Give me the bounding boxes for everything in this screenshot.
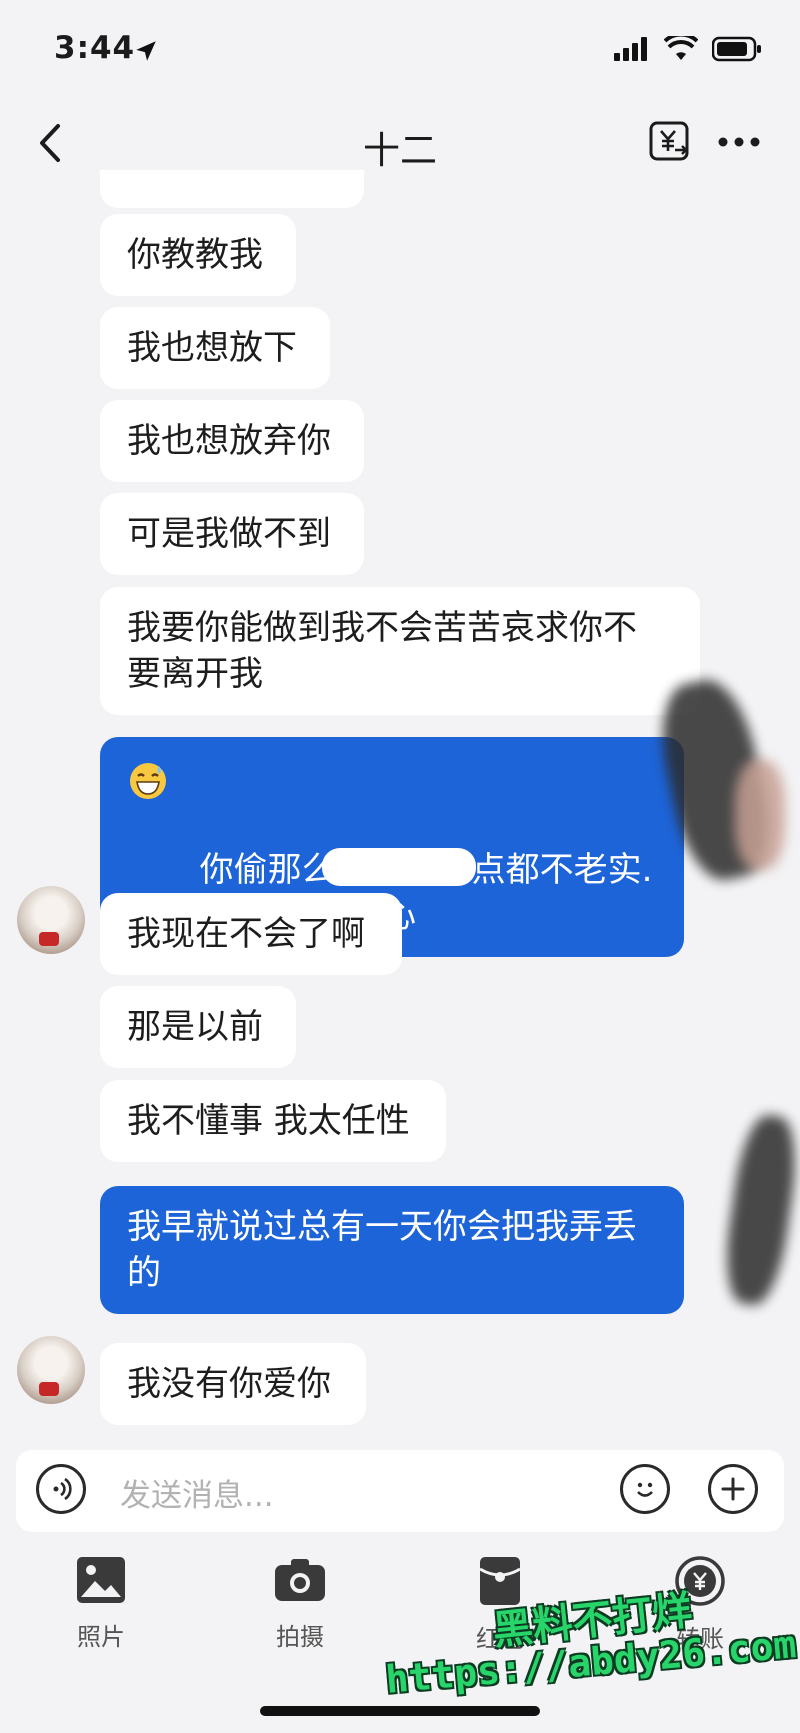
- more-button[interactable]: [714, 120, 764, 164]
- transfer-button[interactable]: [648, 120, 692, 164]
- message-bubble-incoming[interactable]: 我也想放弃你: [100, 400, 364, 482]
- message-input-bar: 发送消息...: [16, 1450, 784, 1532]
- redaction-scribble: [719, 1111, 800, 1309]
- camera-icon: [275, 1559, 325, 1601]
- battery-icon: [712, 36, 761, 62]
- photo-label: 照片: [77, 1623, 125, 1651]
- message-bubble-partial: [322, 848, 476, 886]
- message-bubble-incoming[interactable]: 我要你能做到我不会苦苦哀求你不 要离开我: [100, 587, 700, 715]
- message-bubble-outgoing[interactable]: 我早就说过总有一天你会把我弄丢 的: [100, 1186, 684, 1314]
- yen-transfer-icon: [649, 121, 689, 161]
- message-bubble-incoming[interactable]: 我也想放下: [100, 307, 330, 389]
- contact-avatar[interactable]: [17, 886, 85, 954]
- location-arrow-icon: [136, 41, 156, 61]
- plus-icon: [721, 1477, 745, 1501]
- voice-button[interactable]: [36, 1464, 86, 1514]
- add-button[interactable]: [708, 1464, 758, 1514]
- redaction-scribble: [735, 760, 785, 870]
- message-bubble-incoming[interactable]: 你教教我: [100, 214, 296, 296]
- contact-avatar[interactable]: [17, 1336, 85, 1404]
- voice-wave-icon: [53, 1477, 72, 1501]
- status-time: 3:44: [54, 30, 136, 66]
- camera-label: 拍摄: [276, 1623, 324, 1651]
- emoji-button[interactable]: [620, 1464, 670, 1514]
- message-bubble-incoming[interactable]: 我不懂事 我太任性: [100, 1080, 446, 1162]
- photo-icon: [77, 1557, 125, 1603]
- message-bubble-incoming[interactable]: 那是以前: [100, 986, 296, 1068]
- photo-button[interactable]: 照片: [41, 1555, 161, 1652]
- smiley-icon: [637, 1482, 653, 1497]
- more-dots-icon: [718, 137, 760, 147]
- home-indicator: [260, 1706, 540, 1716]
- message-input[interactable]: 发送消息...: [120, 1470, 274, 1515]
- cellular-signal-icon: [614, 37, 647, 61]
- status-icons: [614, 36, 762, 62]
- message-bubble-partial: [100, 170, 364, 208]
- status-bar: 3:44: [0, 0, 800, 100]
- grin-sweat-emoji-icon: [130, 763, 166, 799]
- message-bubble-incoming[interactable]: 我没有你爱你: [100, 1343, 366, 1425]
- message-bubble-incoming[interactable]: 可是我做不到: [100, 493, 364, 575]
- wifi-icon: [664, 36, 698, 60]
- message-bubble-incoming[interactable]: 我现在不会了啊: [100, 893, 402, 975]
- camera-button[interactable]: 拍摄: [240, 1555, 360, 1652]
